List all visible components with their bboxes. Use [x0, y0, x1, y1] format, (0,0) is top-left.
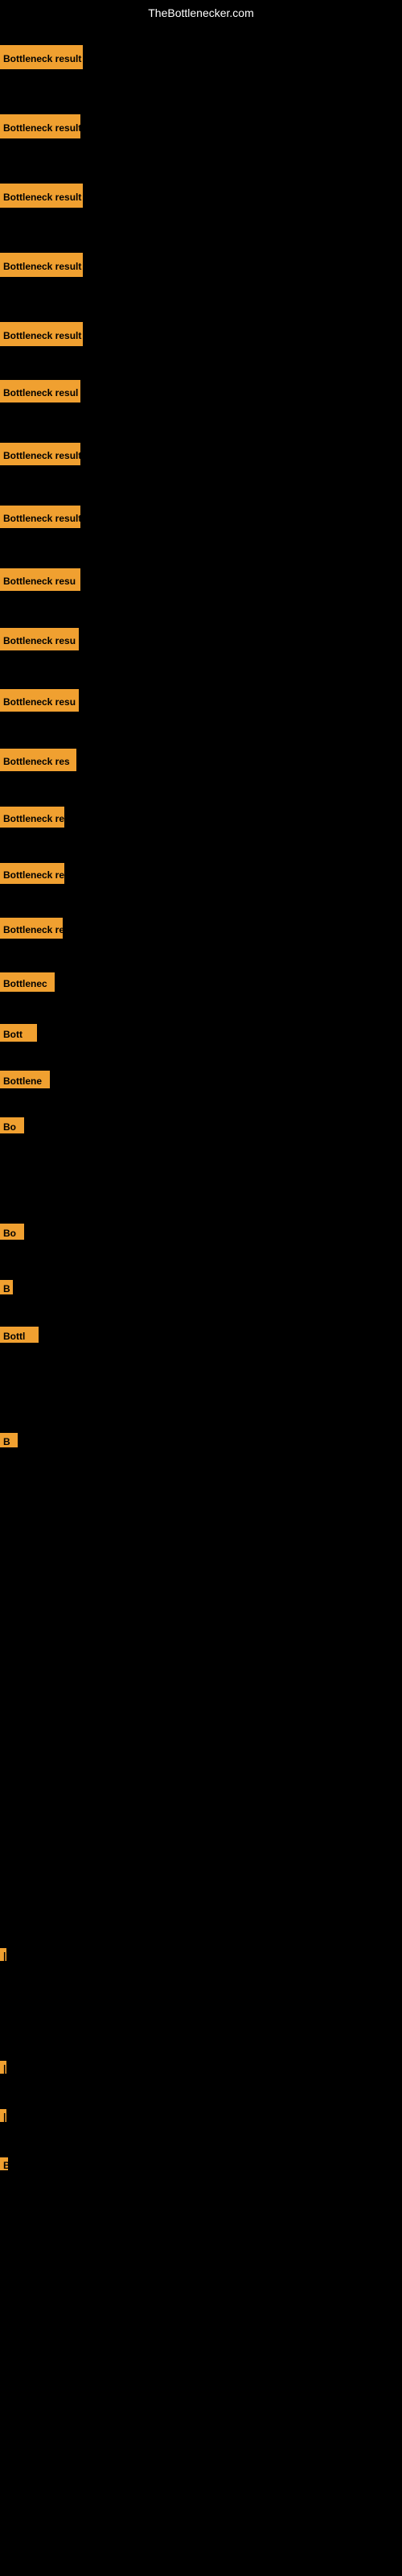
- bottleneck-badge-7: Bottleneck result: [0, 506, 80, 528]
- bottleneck-badge-24: |: [0, 2061, 6, 2074]
- bottleneck-badge-19: Bo: [0, 1224, 24, 1240]
- bottleneck-badge-5: Bottleneck resul: [0, 380, 80, 402]
- bottleneck-badge-25: |: [0, 2109, 6, 2122]
- bottleneck-badge-2: Bottleneck result: [0, 184, 83, 208]
- bottleneck-badge-17: Bottlene: [0, 1071, 50, 1088]
- bottleneck-badge-4: Bottleneck result: [0, 322, 83, 346]
- bottleneck-badge-14: Bottleneck re: [0, 918, 63, 939]
- site-title: TheBottlenecker.com: [0, 6, 402, 19]
- bottleneck-badge-8: Bottleneck resu: [0, 568, 80, 591]
- bottleneck-badge-6: Bottleneck result: [0, 443, 80, 465]
- bottleneck-badge-10: Bottleneck resu: [0, 689, 79, 712]
- bottleneck-badge-13: Bottleneck res: [0, 863, 64, 884]
- bottleneck-badge-18: Bo: [0, 1117, 24, 1133]
- bottleneck-badge-9: Bottleneck resu: [0, 628, 79, 650]
- bottleneck-badge-15: Bottlenec: [0, 972, 55, 992]
- bottleneck-badge-3: Bottleneck result: [0, 253, 83, 277]
- bottleneck-badge-0: Bottleneck result: [0, 45, 83, 69]
- bottleneck-badge-1: Bottleneck result: [0, 114, 80, 138]
- bottleneck-badge-23: |: [0, 1948, 6, 1961]
- bottleneck-badge-26: B: [0, 2157, 8, 2170]
- bottleneck-badge-16: Bott: [0, 1024, 37, 1042]
- bottleneck-badge-12: Bottleneck re: [0, 807, 64, 828]
- bottleneck-badge-11: Bottleneck res: [0, 749, 76, 771]
- bottleneck-badge-21: Bottl: [0, 1327, 39, 1343]
- bottleneck-badge-22: B: [0, 1433, 18, 1447]
- bottleneck-badge-20: B: [0, 1280, 13, 1294]
